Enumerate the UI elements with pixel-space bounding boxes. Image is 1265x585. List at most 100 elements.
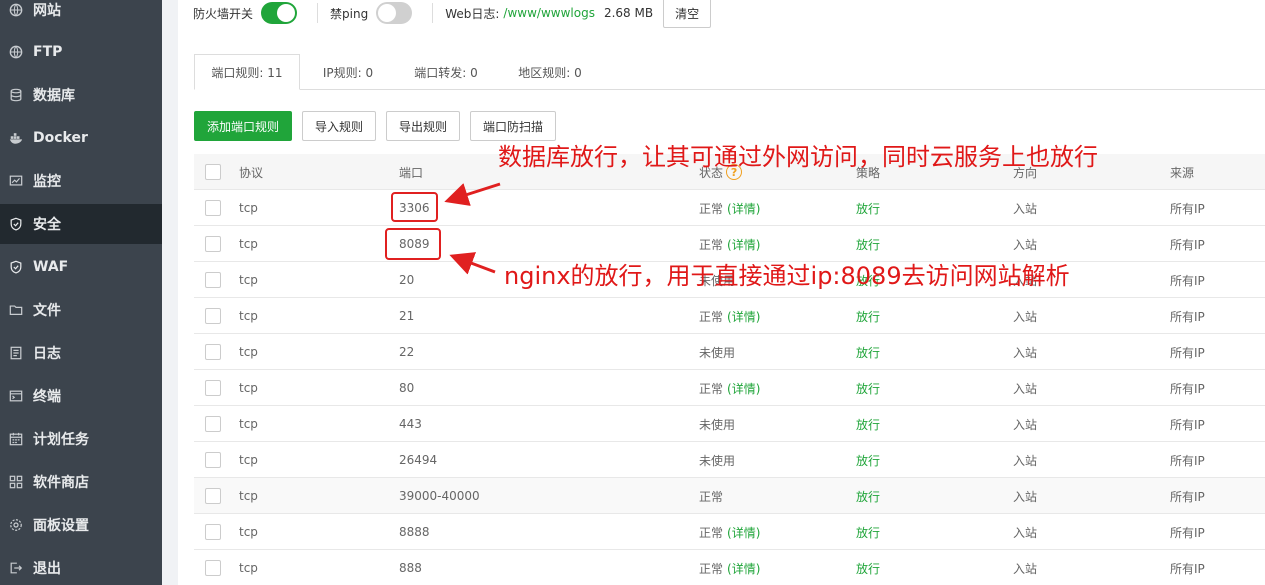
annotation-note-nginx: nginx的放行，用于直接通过ip:8089去访问网站解析 (504, 262, 1070, 290)
tab-region-rules[interactable]: 地区规则: 0 (504, 54, 596, 90)
header-source: 来源 (1170, 165, 1195, 180)
annotation-box-8089 (385, 228, 441, 260)
cell-protocol: tcp (239, 381, 258, 395)
sidebar-item-label: 计划任务 (33, 432, 89, 448)
sidebar-item-7[interactable]: 文件 (0, 290, 162, 330)
row-checkbox[interactable] (205, 272, 221, 288)
cell-status: 正常 (详情) (699, 298, 760, 334)
sidebar-item-11[interactable]: 软件商店 (0, 462, 162, 502)
cell-status: 未使用 (699, 334, 735, 370)
calendar-icon (8, 431, 24, 447)
sidebar-item-1[interactable]: FTP (0, 32, 162, 72)
cell-direction: 入站 (1013, 417, 1038, 432)
cell-policy: 放行 (856, 345, 881, 360)
ping-switch[interactable] (376, 2, 413, 24)
row-checkbox[interactable] (205, 524, 221, 540)
status-detail-link[interactable]: (详情) (727, 200, 760, 217)
row-checkbox[interactable] (205, 344, 221, 360)
cell-direction: 入站 (1013, 561, 1038, 576)
cell-direction: 入站 (1013, 201, 1038, 216)
export-rules-button[interactable]: 导出规则 (386, 111, 460, 141)
cell-source: 所有IP (1170, 273, 1205, 288)
sidebar-item-label: 安全 (33, 217, 61, 233)
row-checkbox[interactable] (205, 560, 221, 576)
cell-protocol: tcp (239, 417, 258, 431)
row-checkbox[interactable] (205, 488, 221, 504)
sidebar-item-12[interactable]: 面板设置 (0, 505, 162, 545)
sidebar-item-2[interactable]: 数据库 (0, 75, 162, 115)
terminal-icon (8, 388, 24, 404)
cell-port: 26494 (399, 453, 438, 467)
sidebar-item-10[interactable]: 计划任务 (0, 419, 162, 459)
table-row: tcp 80 正常 (详情) 放行 入站 所有IP (194, 370, 1265, 406)
shield-icon (8, 259, 24, 275)
cell-port: 80 (399, 381, 415, 395)
status-text: 正常 (699, 561, 724, 576)
status-detail-link[interactable]: (详情) (727, 380, 760, 397)
sidebar-item-label: WAF (33, 259, 69, 275)
status-detail-link[interactable]: (详情) (727, 560, 760, 577)
port-rules-table: 协议 端口 状态? 策略 方向 来源 tcp 3306 正常 (详情) 放行 入站 所有IP… (194, 154, 1265, 585)
table-row: tcp 8888 正常 (详情) 放行 入站 所有IP (194, 514, 1265, 550)
row-checkbox[interactable] (205, 452, 221, 468)
sidebar-item-6[interactable]: WAF (0, 247, 162, 287)
cell-source: 所有IP (1170, 381, 1205, 396)
header-protocol: 协议 (239, 165, 264, 180)
sidebar-item-3[interactable]: Docker (0, 118, 162, 158)
tab-ip-rules[interactable]: IP规则: 0 (306, 54, 390, 90)
cell-port: 443 (399, 417, 422, 431)
sidebar-item-8[interactable]: 日志 (0, 333, 162, 373)
status-text: 正常 (699, 201, 724, 216)
row-checkbox[interactable] (205, 416, 221, 432)
sidebar-item-9[interactable]: 终端 (0, 376, 162, 416)
weblog-path-link[interactable]: /www/wwwlogs (503, 6, 595, 20)
sidebar-item-13[interactable]: 退出 (0, 548, 162, 585)
row-checkbox[interactable] (205, 200, 221, 216)
firewall-toolbar: 防火墙开关 禁ping Web日志: /www/wwwlogs 2.68 MB … (193, 0, 712, 28)
log-icon (8, 345, 24, 361)
table-row: tcp 21 正常 (详情) 放行 入站 所有IP (194, 298, 1265, 334)
cell-source: 所有IP (1170, 561, 1205, 576)
cell-direction: 入站 (1013, 525, 1038, 540)
cell-policy: 放行 (856, 309, 881, 324)
status-text: 未使用 (699, 345, 736, 360)
cell-port: 22 (399, 345, 415, 359)
row-checkbox[interactable] (205, 380, 221, 396)
gear-icon (8, 517, 24, 533)
cell-policy: 放行 (856, 381, 881, 396)
sidebar-item-5[interactable]: 安全 (0, 204, 162, 244)
cell-source: 所有IP (1170, 417, 1205, 432)
row-checkbox[interactable] (205, 308, 221, 324)
add-port-rule-button[interactable]: 添加端口规则 (194, 111, 292, 141)
status-text: 正常 (699, 309, 724, 324)
annotation-note-database: 数据库放行，让其可通过外网访问，同时云服务上也放行 (498, 143, 1098, 171)
select-all-checkbox[interactable] (205, 164, 221, 180)
status-detail-link[interactable]: (详情) (727, 524, 760, 541)
cell-port: 20 (399, 273, 415, 287)
folder-icon (8, 302, 24, 318)
cell-direction: 入站 (1013, 345, 1038, 360)
tab-port-forward[interactable]: 端口转发: 0 (400, 54, 492, 90)
clear-log-button[interactable]: 清空 (663, 0, 712, 28)
cell-protocol: tcp (239, 525, 258, 539)
tab-port-rules[interactable]: 端口规则: 11 (194, 54, 300, 90)
sidebar-item-0[interactable]: 网站 (0, 0, 162, 30)
cell-source: 所有IP (1170, 345, 1205, 360)
cell-policy: 放行 (856, 525, 881, 540)
sidebar-item-4[interactable]: 监控 (0, 161, 162, 201)
weblog-size: 2.68 MB (603, 6, 654, 20)
firewall-switch[interactable] (261, 2, 298, 24)
sidebar: 网站 FTP 数据库 Docker 监控安全 WAF 文件 日志 终端计划任务软件商店 面板设置退… (0, 0, 162, 585)
status-detail-link[interactable]: (详情) (727, 236, 760, 253)
divider (317, 3, 319, 23)
cell-direction: 入站 (1013, 453, 1038, 468)
table-row: tcp 22 未使用 放行 入站 所有IP (194, 334, 1265, 370)
import-rules-button[interactable]: 导入规则 (302, 111, 376, 141)
cell-direction: 入站 (1013, 309, 1038, 324)
cell-status: 未使用 (699, 442, 735, 478)
status-text: 正常 (699, 381, 724, 396)
row-checkbox[interactable] (205, 236, 221, 252)
cell-port: 21 (399, 309, 415, 323)
status-detail-link[interactable]: (详情) (727, 308, 760, 325)
cell-direction: 入站 (1013, 381, 1038, 396)
